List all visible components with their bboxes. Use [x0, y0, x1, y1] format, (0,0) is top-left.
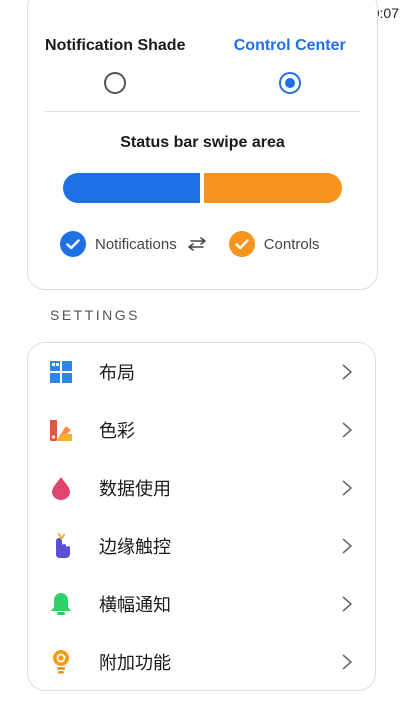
settings-item-banner-notification[interactable]: 横幅通知: [28, 575, 375, 633]
chevron-right-icon: [342, 654, 353, 670]
chevron-right-icon: [342, 480, 353, 496]
mode-label-notification-shade: Notification Shade: [45, 37, 186, 54]
color-palette-icon: [48, 417, 74, 443]
settings-item-layout[interactable]: 布局: [28, 343, 375, 401]
chevron-right-icon: [342, 364, 353, 380]
settings-item-label: 数据使用: [99, 479, 171, 500]
edge-touch-icon: [48, 533, 74, 559]
data-drop-icon: [48, 475, 74, 501]
radio-notification-shade[interactable]: [104, 72, 127, 94]
settings-item-extras[interactable]: 附加功能: [28, 633, 375, 691]
swipe-area-bar[interactable]: [63, 173, 342, 203]
radio-control-center[interactable]: [278, 72, 301, 94]
settings-item-label: 布局: [99, 363, 135, 384]
settings-item-label: 色彩: [99, 421, 135, 442]
mode-option-notification-shade[interactable]: Notification Shade: [28, 35, 203, 94]
check-icon: [228, 231, 255, 257]
chevron-right-icon: [342, 596, 353, 612]
mode-label-control-center: Control Center: [233, 37, 346, 54]
swipe-area-legend: Notifications Controls: [60, 231, 320, 257]
legend-notifications-label: Notifications: [95, 235, 177, 253]
bulb-icon: [48, 649, 74, 675]
settings-item-label: 边缘触控: [99, 537, 171, 558]
swap-arrows-icon[interactable]: [186, 236, 208, 252]
swipe-config-card: Notification Shade Control Center Status…: [27, 0, 378, 290]
layout-grid-icon: [48, 359, 74, 385]
settings-section-label: SETTINGS: [50, 307, 141, 323]
chevron-right-icon: [342, 538, 353, 554]
settings-card: 布局 色彩 数据使用 边缘触控 横幅通知 附加功能: [27, 342, 376, 691]
divider: [45, 111, 360, 112]
settings-item-label: 横幅通知: [99, 595, 171, 616]
mode-option-control-center[interactable]: Control Center: [203, 35, 378, 94]
settings-item-data-usage[interactable]: 数据使用: [28, 459, 375, 517]
check-icon: [60, 231, 86, 257]
chevron-right-icon: [342, 422, 353, 438]
settings-item-label: 附加功能: [99, 653, 171, 674]
legend-controls-label: Controls: [263, 235, 320, 253]
bell-icon: [48, 591, 74, 617]
swipe-area-notifications-segment[interactable]: [63, 173, 200, 203]
swipe-area-controls-segment[interactable]: [204, 173, 342, 203]
settings-item-edge-touch[interactable]: 边缘触控: [28, 517, 375, 575]
settings-item-color[interactable]: 色彩: [28, 401, 375, 459]
swipe-area-title: Status bar swipe area: [120, 134, 285, 151]
